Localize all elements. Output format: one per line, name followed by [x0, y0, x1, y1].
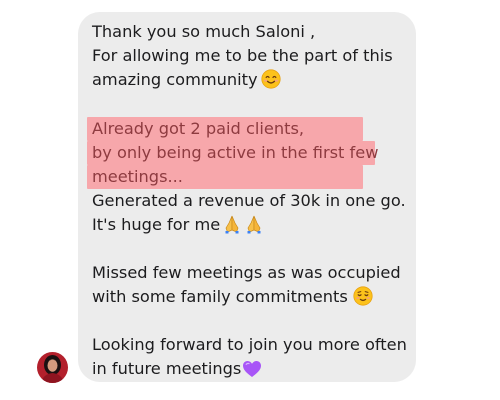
sender-avatar[interactable] — [37, 352, 68, 383]
message-line: in future meetings — [92, 357, 262, 385]
highlighted-line: Already got 2 paid clients, — [92, 119, 305, 138]
folded-hands-icon — [243, 214, 265, 241]
message-line: amazing community — [92, 68, 281, 96]
message-line: with some family commitments — [92, 285, 373, 313]
message-line: Thank you so much Saloni , — [92, 22, 316, 41]
highlighted-line: by only being active in the first few — [92, 143, 379, 162]
message-line: For allowing me to be the part of this — [92, 46, 393, 65]
relieved-face-icon — [353, 286, 373, 313]
smiling-face-icon — [260, 69, 281, 96]
folded-hands-icon — [221, 214, 243, 241]
message-line: Looking forward to join you more often — [92, 335, 407, 354]
highlighted-line: meetings... — [92, 167, 183, 186]
message-line: Missed few meetings as was occupied — [92, 263, 401, 282]
purple-heart-icon — [242, 360, 262, 385]
chat-thread: Thank you so much Saloni , For allowing … — [0, 0, 500, 400]
message-line: It's huge for me — [92, 213, 265, 241]
message-line: Generated a revenue of 30k in one go. — [92, 191, 406, 210]
